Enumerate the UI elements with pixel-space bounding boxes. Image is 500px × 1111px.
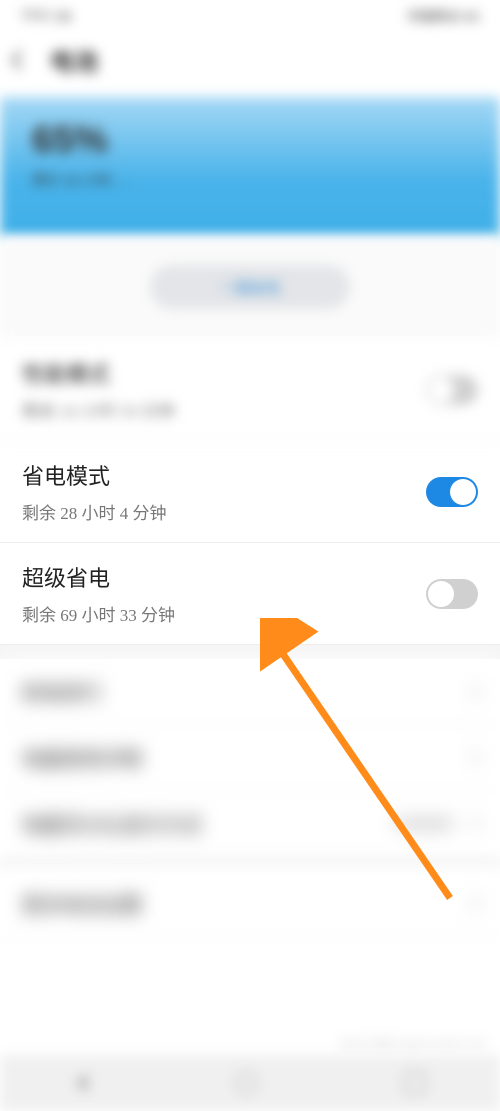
row-label: 电量百分比显示方式 xyxy=(22,809,202,838)
chevron-right-icon xyxy=(467,751,480,764)
row-usage-detail[interactable]: 电量使用详情 xyxy=(0,725,500,791)
battery-banner: 65% 预计 24 小时 … xyxy=(0,97,500,237)
row-more-settings[interactable]: 更多电池设置 xyxy=(0,871,500,937)
page-title: 电池 xyxy=(50,42,98,77)
row-label: 耗电排行 xyxy=(22,677,102,706)
more-list: 更多电池设置 xyxy=(0,871,500,937)
mode-list: 性能模式 剩余 24 小时 59 分钟 省电模式 剩余 28 小时 4 分钟 超… xyxy=(0,339,500,645)
row-label: 电量使用详情 xyxy=(22,743,142,772)
chevron-right-icon xyxy=(467,685,480,698)
page-header: 电池 xyxy=(0,30,500,97)
row-value: 在电池外 xyxy=(395,813,455,834)
section-gap xyxy=(0,645,500,659)
row-percent-display[interactable]: 电量百分比显示方式 在电池外 xyxy=(0,791,500,857)
mode-title: 超级省电 xyxy=(22,561,175,593)
mode-title: 性能模式 xyxy=(22,357,175,389)
chevron-right-icon xyxy=(467,817,480,830)
mode-row-performance[interactable]: 性能模式 剩余 24 小时 59 分钟 xyxy=(0,339,500,441)
toggle-performance[interactable] xyxy=(426,375,478,405)
nav-back-icon[interactable] xyxy=(74,1073,88,1093)
chevron-right-icon xyxy=(467,897,480,910)
toggle-power-saving[interactable] xyxy=(426,477,478,507)
detail-list: 耗电排行 电量使用详情 电量百分比显示方式 在电池外 xyxy=(0,659,500,857)
status-bar: 下午7:38 中国移动 4G xyxy=(0,0,500,30)
mode-subtitle: 剩余 69 小时 33 分钟 xyxy=(22,601,175,626)
mode-title: 省电模式 xyxy=(22,459,167,491)
section-gap xyxy=(0,857,500,871)
optimize-label: 一键省电 xyxy=(220,277,280,298)
row-label: 更多电池设置 xyxy=(22,889,142,918)
system-navbar xyxy=(0,1055,500,1111)
status-time: 下午7:38 xyxy=(20,6,71,24)
mode-subtitle: 剩余 28 小时 4 分钟 xyxy=(22,499,167,524)
toggle-super-saving[interactable] xyxy=(426,579,478,609)
status-signal: 中国移动 4G xyxy=(407,6,480,24)
mode-subtitle: 剩余 24 小时 59 分钟 xyxy=(22,397,175,422)
optimize-button[interactable]: 一键省电 xyxy=(150,265,350,309)
watermark: Baidu 经验 jingyan.baidu.com xyxy=(341,1035,486,1051)
back-icon[interactable] xyxy=(11,50,31,70)
battery-percent: 65% xyxy=(32,119,468,162)
mode-row-power-saving[interactable]: 省电模式 剩余 28 小时 4 分钟 xyxy=(0,441,500,543)
nav-recents-icon[interactable] xyxy=(404,1072,426,1094)
mode-row-super-saving[interactable]: 超级省电 剩余 69 小时 33 分钟 xyxy=(0,543,500,645)
row-consumption-ranking[interactable]: 耗电排行 xyxy=(0,659,500,725)
nav-home-icon[interactable] xyxy=(235,1072,257,1094)
optimize-area: 一键省电 xyxy=(0,237,500,339)
battery-estimate: 预计 24 小时 … xyxy=(32,170,468,190)
